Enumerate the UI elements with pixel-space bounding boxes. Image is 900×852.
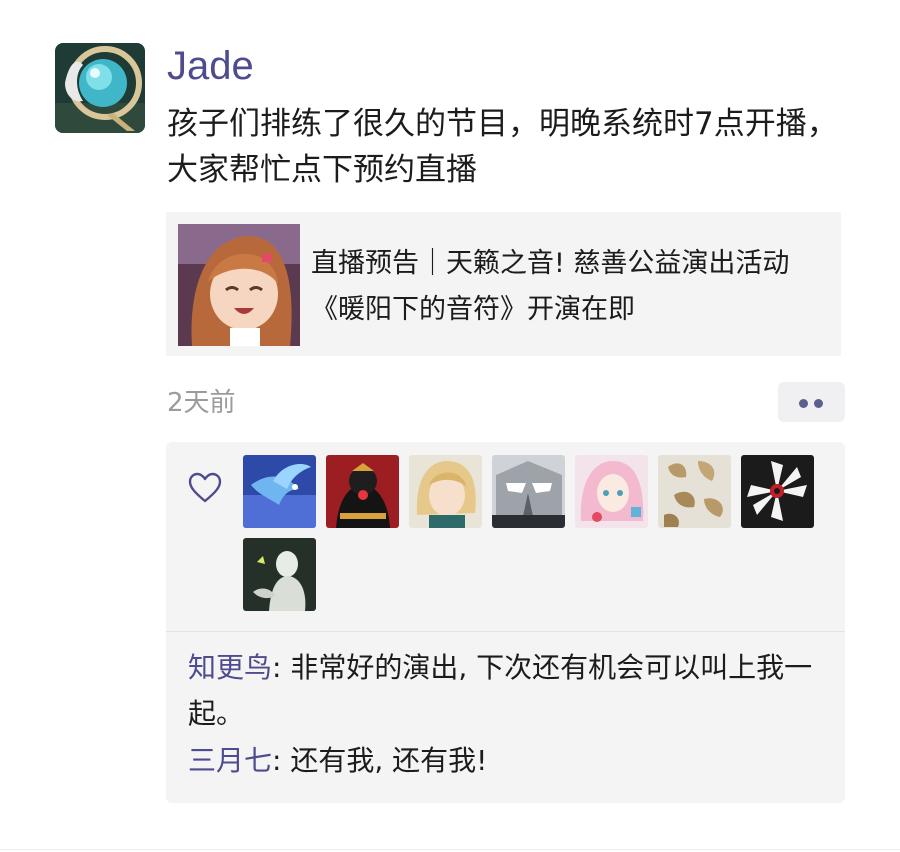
liker-avatar[interactable]	[243, 455, 316, 528]
mask-avatar	[492, 455, 565, 528]
jade-avatar-image	[55, 43, 145, 133]
shared-article-card[interactable]: 直播预告｜天籁之音! 慈善公益演出活动《暖阳下的音符》开演在即	[166, 212, 841, 356]
liker-avatar[interactable]	[492, 455, 565, 528]
post-text: 孩子们排练了很久的节目，明晚系统时7点开播，大家帮忙点下预约直播	[167, 106, 838, 188]
more-dots-icon	[799, 399, 808, 408]
comment-separator: :	[272, 651, 291, 684]
liker-avatar[interactable]	[409, 455, 482, 528]
more-dots-icon	[814, 399, 823, 408]
liker-avatar[interactable]	[243, 538, 316, 611]
liker-avatar[interactable]	[658, 455, 731, 528]
likes-comments-divider	[166, 631, 845, 632]
comment-text: 还有我, 还有我!	[290, 744, 488, 777]
liker-avatar[interactable]	[741, 455, 814, 528]
comment-separator: :	[272, 744, 291, 777]
heart-outline-icon[interactable]	[188, 472, 222, 504]
comment-item[interactable]: 三月七: 还有我, 还有我!	[188, 738, 828, 784]
black-dress-avatar	[326, 455, 399, 528]
liker-avatar[interactable]	[575, 455, 648, 528]
commenter-name[interactable]: 三月七	[188, 744, 272, 777]
author-name[interactable]: Jade	[167, 42, 254, 90]
comment-item[interactable]: 知更鸟: 非常好的演出, 下次还有机会可以叫上我一起。	[188, 645, 828, 737]
blonde-avatar	[409, 455, 482, 528]
white-figure-avatar	[243, 538, 316, 611]
post-time: 2天前	[167, 388, 236, 418]
liker-avatar[interactable]	[326, 455, 399, 528]
more-options-button[interactable]	[778, 382, 845, 422]
likes-comments-panel: 知更鸟: 非常好的演出, 下次还有机会可以叫上我一起。 三月七: 还有我, 还有…	[166, 442, 845, 803]
gold-leaves-avatar	[658, 455, 731, 528]
pink-hair-avatar	[575, 455, 648, 528]
shared-article-title: 直播预告｜天籁之音! 慈善公益演出活动《暖阳下的音符》开演在即	[311, 248, 790, 325]
article-thumbnail	[178, 224, 300, 346]
bottom-divider	[0, 849, 900, 850]
author-avatar[interactable]	[55, 43, 145, 133]
commenter-name[interactable]: 知更鸟	[188, 651, 272, 684]
bird-avatar	[243, 455, 316, 528]
white-flower-avatar	[741, 455, 814, 528]
